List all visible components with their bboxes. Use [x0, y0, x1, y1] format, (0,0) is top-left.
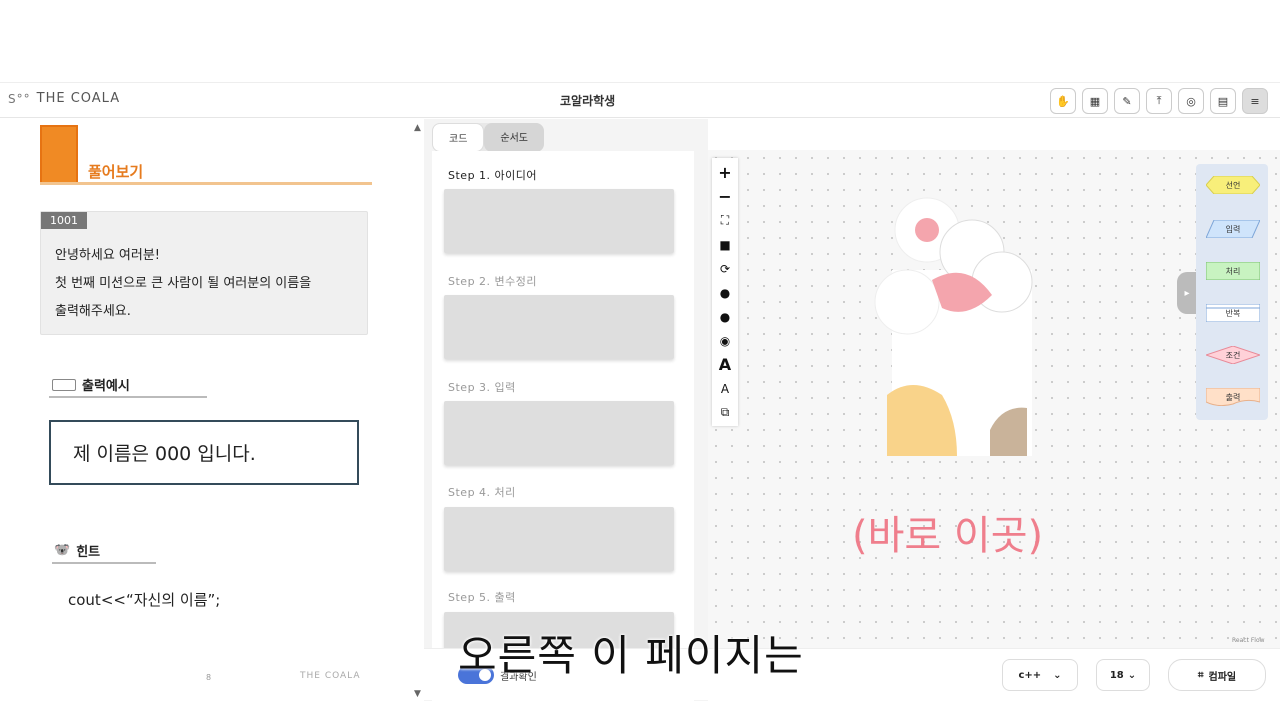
hint-heading: 🐨 힌트	[54, 541, 100, 560]
zoom-in-icon[interactable]: +	[715, 162, 735, 183]
view-tabs: 코드 순서도	[432, 123, 545, 152]
lock-icon[interactable]: ■	[715, 234, 735, 255]
problem-line: 안녕하세요 여러분!	[55, 248, 161, 263]
palette-input[interactable]: 입력	[1206, 220, 1260, 238]
menu-icon[interactable]: ≡	[1242, 88, 1268, 114]
solution-label: 풀어보기	[88, 163, 144, 181]
step-input-box[interactable]	[444, 507, 674, 571]
circle-tool-icon[interactable]: ●	[715, 282, 735, 303]
footer-logo: THE COALA	[300, 671, 361, 681]
palette-process[interactable]: 처리	[1206, 262, 1260, 280]
layout-icon[interactable]: ▤	[1210, 88, 1236, 114]
solution-box	[40, 125, 78, 185]
copy-icon[interactable]: ⧉	[715, 402, 735, 423]
palette-declare[interactable]: 선언	[1206, 176, 1260, 194]
overlay-caption: (바로 이곳)	[852, 513, 1044, 559]
divider	[52, 562, 156, 564]
hand-icon[interactable]: ✋	[1050, 88, 1076, 114]
shape-palette: 선언 입력 처리 반복 조건 출력	[1196, 164, 1268, 420]
step-label: Step 4. 처리	[448, 486, 516, 499]
camera-icon[interactable]: ◉	[715, 330, 735, 351]
top-bar: S°° THE COALA 코알라학생 ✋ ▦ ✎ ⤒ ◎ ▤ ≡	[0, 82, 1280, 118]
problem-line: 출력해주세요.	[55, 304, 131, 319]
compile-button[interactable]: ⌗ 컴파일	[1168, 659, 1266, 691]
text-large-icon[interactable]: A	[715, 354, 735, 375]
solution-underline	[40, 182, 372, 185]
hint-heading-label: 힌트	[76, 545, 101, 560]
step-input-box[interactable]	[444, 295, 674, 359]
compile-label: 컴파일	[1208, 671, 1237, 683]
chevron-down-icon: ⌄	[1053, 669, 1062, 681]
video-subtitle: 오른쪽 이 페이지는	[458, 631, 804, 680]
palette-toggle[interactable]: ▸	[1177, 272, 1197, 314]
fit-view-icon[interactable]: ⛶	[715, 210, 735, 231]
app-title: 코알라학생	[560, 94, 616, 108]
left-scrollbar[interactable]: ▲ ▼	[412, 119, 424, 701]
language-select[interactable]: c++ ⌄	[1002, 659, 1078, 691]
logo: S°° THE COALA	[8, 91, 120, 106]
scroll-down-icon[interactable]: ▼	[414, 689, 421, 699]
target-icon[interactable]: ◎	[1178, 88, 1204, 114]
hint-code: cout<<“자신의 이름”;	[68, 591, 221, 609]
koala-icon: 🐨	[54, 543, 71, 558]
solution-header: 풀어보기	[40, 125, 372, 185]
chevron-down-icon: ⌄	[1127, 669, 1137, 681]
speech-bubble-icon	[52, 378, 76, 391]
palette-output[interactable]: 출력	[1206, 388, 1260, 406]
step-input-box[interactable]	[444, 189, 674, 253]
divider	[49, 396, 207, 398]
logo-text: THE COALA	[36, 91, 121, 106]
problem-text: 안녕하세요 여러분! 첫 번째 미션으로 큰 사람이 될 여러분의 이름을 출력…	[55, 242, 311, 326]
palette-loop[interactable]: 반복	[1206, 304, 1260, 322]
canvas-toolbar: + − ⛶ ■ ⟳ ● ● ◉ A A ⧉	[712, 158, 738, 426]
page-number: 8	[206, 673, 212, 682]
example-heading-label: 출력예시	[82, 379, 130, 394]
cat-paw-illustration	[874, 197, 1033, 456]
compile-icon: ⌗	[1197, 669, 1204, 681]
circle-tool-icon[interactable]: ●	[715, 306, 735, 327]
problem-panel: 풀어보기 1001 안녕하세요 여러분! 첫 번째 미션으로 큰 사람이 될 여…	[0, 119, 412, 701]
problem-number: 1001	[41, 212, 87, 229]
step-label: Step 3. 입력	[448, 381, 516, 394]
refresh-icon[interactable]: ⟳	[715, 258, 735, 279]
koala-logo-icon: S°°	[8, 91, 31, 106]
grid-icon[interactable]: ▦	[1082, 88, 1108, 114]
example-output-box: 제 이름은 000 입니다.	[49, 420, 359, 485]
react-flow-attribution[interactable]: React Flow	[1232, 637, 1265, 644]
toolbar-buttons: ✋ ▦ ✎ ⤒ ◎ ▤ ≡	[1050, 88, 1268, 114]
tab-flowchart[interactable]: 순서도	[484, 123, 545, 152]
pen-icon[interactable]: ✎	[1114, 88, 1140, 114]
step-label: Step 5. 출력	[448, 591, 516, 604]
text-small-icon[interactable]: A	[715, 378, 735, 399]
problem-card: 1001 안녕하세요 여러분! 첫 번째 미션으로 큰 사람이 될 여러분의 이…	[40, 211, 368, 335]
step-label: Step 2. 변수정리	[448, 275, 538, 288]
steps-panel: 코드 순서도 Step 1. 아이디어 Step 2. 변수정리 Step 3.…	[424, 119, 708, 701]
steps-list: Step 1. 아이디어 Step 2. 변수정리 Step 3. 입력 Ste…	[432, 151, 694, 701]
problem-line: 첫 번째 미션으로 큰 사람이 될 여러분의 이름을	[55, 276, 312, 291]
font-size-value: 18	[1109, 669, 1124, 681]
example-heading: 출력예시	[52, 375, 130, 394]
step-label: Step 1. 아이디어	[448, 169, 538, 182]
tab-code[interactable]: 코드	[432, 123, 485, 152]
step-input-box[interactable]	[444, 401, 674, 465]
scroll-up-icon[interactable]: ▲	[414, 123, 421, 133]
font-size-select[interactable]: 18 ⌄	[1096, 659, 1150, 691]
upload-icon[interactable]: ⤒	[1146, 88, 1172, 114]
zoom-out-icon[interactable]: −	[715, 186, 735, 207]
language-value: c++	[1018, 669, 1042, 681]
palette-condition[interactable]: 조건	[1206, 346, 1260, 364]
